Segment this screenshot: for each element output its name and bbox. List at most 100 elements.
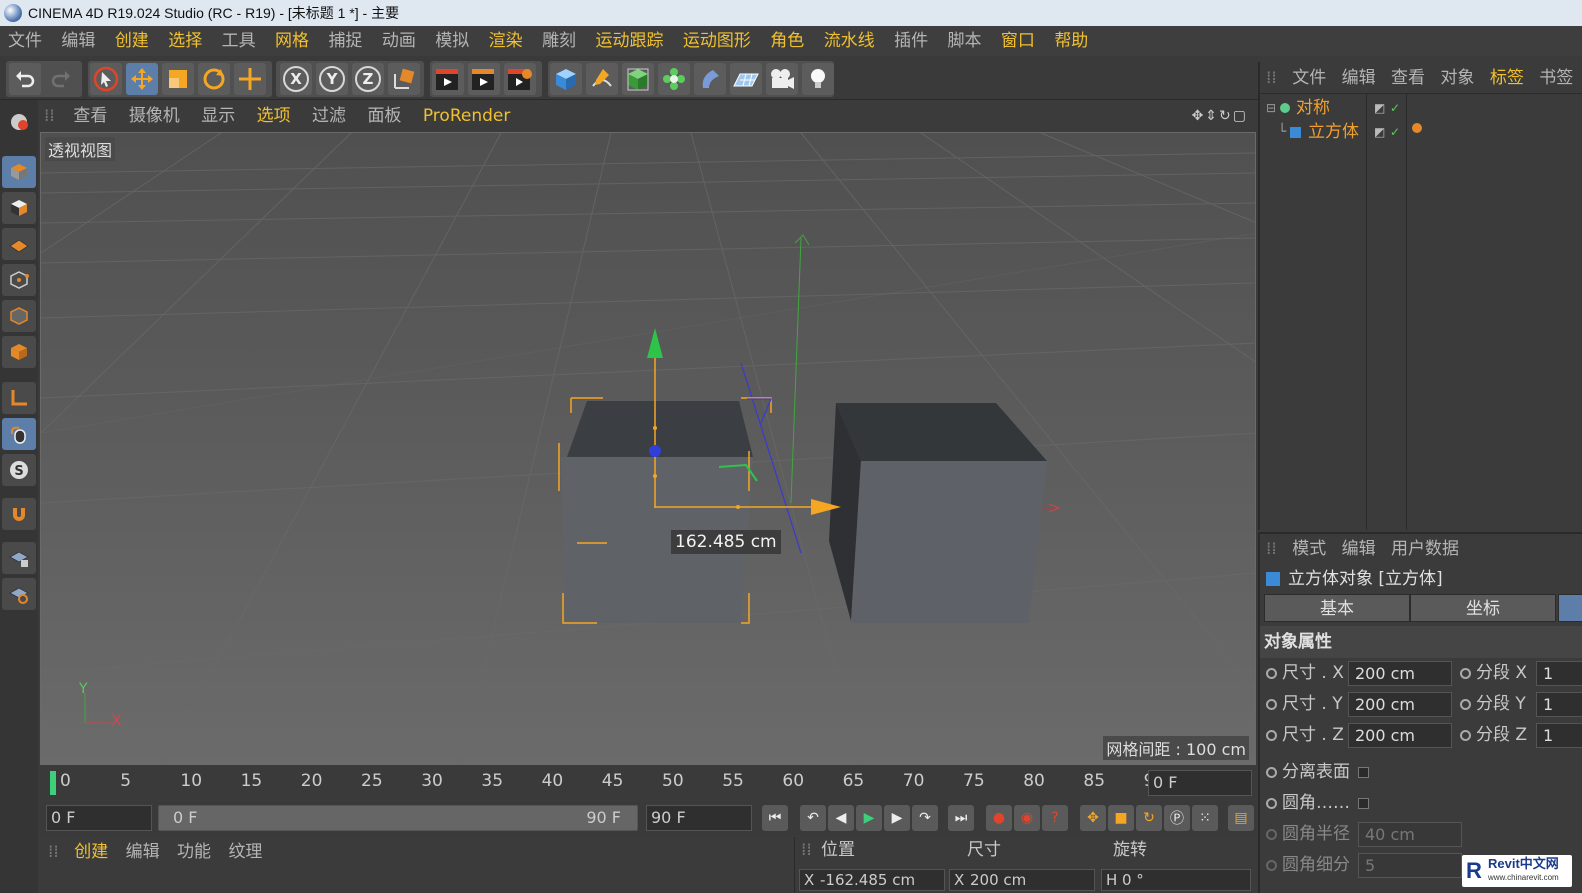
- animate-radio[interactable]: [1460, 668, 1471, 679]
- gizmo-origin[interactable]: [649, 445, 661, 457]
- menu-file[interactable]: 文件: [0, 26, 48, 56]
- dolly-icon[interactable]: ⇕: [1205, 108, 1219, 124]
- coordinate-system-button[interactable]: [388, 63, 420, 95]
- record-keys-button[interactable]: ●: [986, 805, 1012, 831]
- enable-axis-button[interactable]: [2, 382, 36, 414]
- solo-button[interactable]: S: [2, 454, 36, 486]
- viewport-menu-options[interactable]: 选项: [247, 100, 297, 132]
- model-mode-button[interactable]: [2, 156, 36, 188]
- preview-range-slider[interactable]: 0 F 90 F: [158, 805, 638, 831]
- segments-y-field[interactable]: 1: [1536, 692, 1582, 717]
- go-to-next-key-button[interactable]: ↷: [912, 805, 938, 831]
- animate-radio[interactable]: [1266, 860, 1277, 871]
- viewport-menu-view[interactable]: 查看: [63, 100, 113, 132]
- subdivision-surface-button[interactable]: [622, 63, 654, 95]
- material-menu-texture[interactable]: 纹理: [222, 837, 268, 867]
- cube-object-button[interactable]: [550, 63, 582, 95]
- render-to-picture-viewer-button[interactable]: [468, 63, 500, 95]
- menu-snap[interactable]: 捕捉: [320, 26, 368, 56]
- key-pla-button[interactable]: ⁙: [1192, 805, 1218, 831]
- workplane-align-button[interactable]: [2, 578, 36, 610]
- camera-object-button[interactable]: [766, 63, 798, 95]
- snap-button[interactable]: [2, 498, 36, 530]
- menu-motion-tracker[interactable]: 运动跟踪: [587, 26, 669, 56]
- animate-radio[interactable]: [1266, 699, 1277, 710]
- menu-edit[interactable]: 编辑: [53, 26, 101, 56]
- menu-render[interactable]: 渲染: [481, 26, 529, 56]
- viewport-menu-display[interactable]: 显示: [191, 100, 241, 132]
- workplane-lock-button[interactable]: [2, 542, 36, 574]
- segments-x-field[interactable]: 1: [1536, 661, 1582, 686]
- menu-character[interactable]: 角色: [762, 26, 810, 56]
- fillet-subdiv-field[interactable]: 5: [1358, 853, 1462, 878]
- viewport-menu-prorender[interactable]: ProRender: [413, 100, 517, 132]
- attr-menu-edit[interactable]: 编辑: [1337, 534, 1381, 564]
- menu-help[interactable]: 帮助: [1046, 26, 1094, 56]
- material-menu-function[interactable]: 功能: [171, 837, 217, 867]
- edges-mode-button[interactable]: [2, 300, 36, 332]
- attr-tab-basic[interactable]: 基本: [1264, 594, 1410, 622]
- visibility-toggle-icon[interactable]: ◩: [1374, 96, 1385, 120]
- menu-script[interactable]: 脚本: [940, 26, 988, 56]
- go-to-prev-frame-button[interactable]: ◀: [828, 805, 854, 831]
- live-selection-button[interactable]: [90, 63, 122, 95]
- segments-z-field[interactable]: 1: [1536, 723, 1582, 748]
- perspective-viewport[interactable]: 透视视图 162.485 cm Y X 网格间距 : 100 cm: [40, 132, 1256, 765]
- start-frame-field[interactable]: 0 F: [46, 805, 152, 831]
- spline-pen-button[interactable]: [586, 63, 618, 95]
- material-menu-create[interactable]: 创建: [68, 837, 114, 867]
- object-row-symmetry[interactable]: ⊟ 对称 ◩ ✓: [1260, 96, 1582, 120]
- deformer-button[interactable]: [694, 63, 726, 95]
- material-menu-edit[interactable]: 编辑: [120, 837, 166, 867]
- recent-tool-button[interactable]: [234, 63, 266, 95]
- menu-tools[interactable]: 工具: [214, 26, 262, 56]
- size-y-field[interactable]: 200 cm: [1348, 692, 1452, 717]
- render-view-button[interactable]: [432, 63, 464, 95]
- size-z-field[interactable]: 200 cm: [1348, 723, 1452, 748]
- render-settings-button[interactable]: [504, 63, 536, 95]
- enabled-check-icon[interactable]: ✓: [1390, 120, 1400, 144]
- timeline-ruler[interactable]: 051015202530354045505560657075808590 0 F: [38, 767, 1256, 799]
- autokey-button[interactable]: ◉: [1014, 805, 1040, 831]
- menu-plugins[interactable]: 插件: [886, 26, 934, 56]
- object-menu-file[interactable]: 文件: [1287, 62, 1331, 94]
- key-parameter-button[interactable]: Ⓟ: [1164, 805, 1190, 831]
- position-x-field[interactable]: X -162.485 cm: [799, 869, 945, 891]
- cloner-button[interactable]: [658, 63, 690, 95]
- cube-mirror[interactable]: [829, 403, 1047, 623]
- object-menu-tags[interactable]: 标签: [1485, 62, 1529, 94]
- viewport-menu-filter[interactable]: 过滤: [302, 100, 352, 132]
- key-scale-button[interactable]: ■: [1108, 805, 1134, 831]
- viewport-view-name[interactable]: 透视视图: [45, 137, 116, 161]
- enabled-check-icon[interactable]: ✓: [1390, 96, 1400, 120]
- collapse-icon[interactable]: ⊟: [1266, 96, 1276, 120]
- pan-icon[interactable]: ✥: [1192, 108, 1206, 124]
- go-to-end-button[interactable]: ⏭: [948, 805, 974, 831]
- go-to-next-frame-button[interactable]: ▶: [884, 805, 910, 831]
- menu-animate[interactable]: 动画: [374, 26, 422, 56]
- menu-sculpt[interactable]: 雕刻: [534, 26, 582, 56]
- toggle-view-icon[interactable]: ▢: [1233, 108, 1248, 124]
- rotate-tool-button[interactable]: [198, 63, 230, 95]
- end-frame-field[interactable]: 90 F: [646, 805, 752, 831]
- texture-mode-button[interactable]: [2, 192, 36, 224]
- animate-radio[interactable]: [1266, 767, 1277, 778]
- fillet-radius-field[interactable]: 40 cm: [1358, 822, 1462, 847]
- size-x-field[interactable]: X 200 cm: [949, 869, 1095, 891]
- points-mode-button[interactable]: [2, 264, 36, 296]
- undo-button[interactable]: [9, 63, 41, 95]
- move-tool-button[interactable]: [126, 63, 158, 95]
- scale-tool-button[interactable]: [162, 63, 194, 95]
- animate-radio[interactable]: [1266, 798, 1277, 809]
- animate-radio[interactable]: [1266, 730, 1277, 741]
- floor-object-button[interactable]: [730, 63, 762, 95]
- cube-selected[interactable]: [561, 401, 753, 623]
- play-button[interactable]: ▶: [856, 805, 882, 831]
- menu-mesh[interactable]: 网格: [267, 26, 315, 56]
- animate-radio[interactable]: [1266, 668, 1277, 679]
- attr-tab-coord[interactable]: 坐标: [1410, 594, 1556, 622]
- go-to-start-button[interactable]: ⏮: [762, 805, 788, 831]
- rotation-h-field[interactable]: H0 °: [1101, 869, 1251, 891]
- workplane-mode-button[interactable]: [2, 228, 36, 260]
- attr-menu-userdata[interactable]: 用户数据: [1386, 534, 1464, 564]
